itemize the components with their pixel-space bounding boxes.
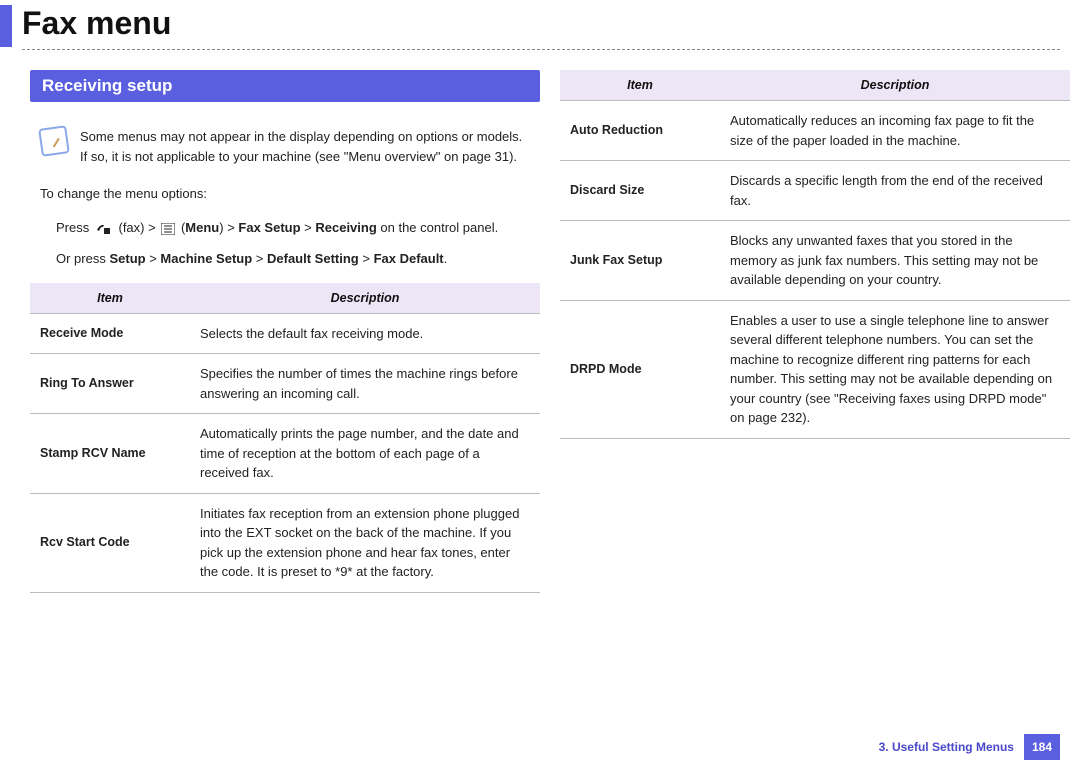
text-fax: (fax) > <box>118 220 155 235</box>
default-label: Default Setting <box>267 251 359 266</box>
item-desc: Automatically prints the page number, an… <box>190 414 540 494</box>
gt2a: > <box>146 251 161 266</box>
item-label: DRPD Mode <box>560 300 720 438</box>
table-row: Stamp RCV Name Automatically prints the … <box>30 414 540 494</box>
item-label: Receive Mode <box>30 313 190 354</box>
right-column: Item Description Auto Reduction Automati… <box>560 70 1070 593</box>
col-item: Item <box>560 70 720 101</box>
item-desc: Specifies the number of times the machin… <box>190 354 540 414</box>
footer-chapter: 3. Useful Setting Menus <box>869 734 1024 760</box>
note-block: Some menus may not appear in the display… <box>40 127 530 166</box>
item-label: Ring To Answer <box>30 354 190 414</box>
item-desc: Blocks any unwanted faxes that you store… <box>720 221 1070 301</box>
footer: 3. Useful Setting Menus 184 <box>869 734 1060 760</box>
instruction-line1: Press (fax) > (Menu) > Fax Setup > Recei… <box>56 216 540 239</box>
item-desc: Enables a user to use a single telephone… <box>720 300 1070 438</box>
table-row: Receive Mode Selects the default fax rec… <box>30 313 540 354</box>
gt1: > <box>301 220 316 235</box>
left-column: Receiving setup Some menus may not appea… <box>30 70 540 593</box>
content-columns: Receiving setup Some menus may not appea… <box>0 50 1080 593</box>
receiving-label: Receiving <box>315 220 376 235</box>
item-desc: Initiates fax reception from an extensio… <box>190 493 540 592</box>
table-header-row: Item Description <box>560 70 1070 101</box>
col-item: Item <box>30 283 190 314</box>
table-row: Discard Size Discards a specific length … <box>560 161 1070 221</box>
table-row: Junk Fax Setup Blocks any unwanted faxes… <box>560 221 1070 301</box>
item-label: Junk Fax Setup <box>560 221 720 301</box>
item-desc: Selects the default fax receiving mode. <box>190 313 540 354</box>
faxdef-label: Fax Default <box>374 251 444 266</box>
fax-icon <box>95 222 113 236</box>
note-icon <box>38 125 70 157</box>
item-label: Rcv Start Code <box>30 493 190 592</box>
table-right: Item Description Auto Reduction Automati… <box>560 70 1070 439</box>
menu-label: Menu <box>185 220 219 235</box>
item-label: Auto Reduction <box>560 101 720 161</box>
table-left: Item Description Receive Mode Selects th… <box>30 283 540 593</box>
footer-page: 184 <box>1024 734 1060 760</box>
item-desc: Discards a specific length from the end … <box>720 161 1070 221</box>
table-row: Rcv Start Code Initiates fax reception f… <box>30 493 540 592</box>
machine-label: Machine Setup <box>160 251 252 266</box>
table-row: DRPD Mode Enables a user to use a single… <box>560 300 1070 438</box>
instruction-line2: Or press Setup > Machine Setup > Default… <box>56 247 540 270</box>
orpress: Or press <box>56 251 109 266</box>
intro-text: To change the menu options: <box>40 186 540 201</box>
item-label: Discard Size <box>560 161 720 221</box>
note-text: Some menus may not appear in the display… <box>80 127 530 166</box>
text-press: Press <box>56 220 89 235</box>
tail1: on the control panel. <box>377 220 498 235</box>
item-desc: Automatically reduces an incoming fax pa… <box>720 101 1070 161</box>
table-row: Ring To Answer Specifies the number of t… <box>30 354 540 414</box>
gt2c: > <box>359 251 374 266</box>
section-heading: Receiving setup <box>30 70 540 102</box>
page-title: Fax menu <box>22 5 1080 47</box>
fax-setup-label: Fax Setup <box>238 220 300 235</box>
table-header-row: Item Description <box>30 283 540 314</box>
table-row: Auto Reduction Automatically reduces an … <box>560 101 1070 161</box>
col-desc: Description <box>720 70 1070 101</box>
item-label: Stamp RCV Name <box>30 414 190 494</box>
title-wrap: Fax menu <box>0 5 1080 47</box>
menu-icon <box>161 223 175 235</box>
col-desc: Description <box>190 283 540 314</box>
text-seq: ) > <box>219 220 238 235</box>
tail2: . <box>444 251 448 266</box>
setup-label: Setup <box>109 251 145 266</box>
gt2b: > <box>252 251 267 266</box>
